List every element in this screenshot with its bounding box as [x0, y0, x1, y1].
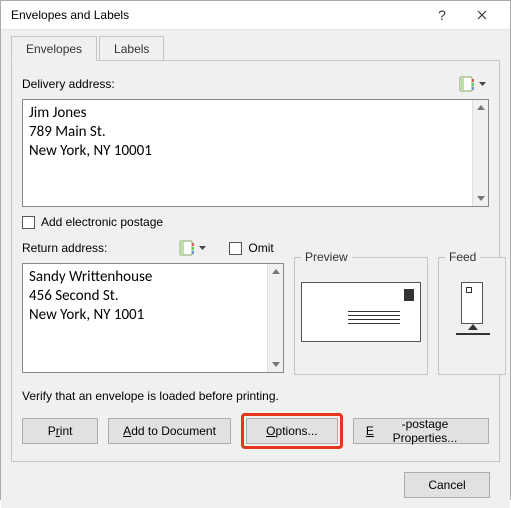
return-address-field-wrap [22, 263, 284, 373]
feed-orientation-icon [461, 282, 483, 324]
electronic-postage-checkbox[interactable]: Add electronic postage [22, 215, 489, 229]
e-postage-properties-button[interactable]: E-postage Properties... [353, 418, 489, 444]
delivery-address-field[interactable] [23, 100, 472, 200]
return-header-row: Return address: Omit [22, 239, 284, 257]
checkbox-icon [229, 242, 242, 255]
delivery-address-label: Delivery address: [22, 77, 115, 91]
help-button[interactable]: ? [422, 1, 462, 29]
delivery-address-field-wrap [22, 99, 489, 207]
tab-strip: Envelopes Labels [11, 36, 500, 61]
address-book-icon [178, 240, 196, 256]
omit-checkbox[interactable]: Omit [248, 241, 273, 255]
return-address-book-button[interactable] [175, 239, 209, 257]
verify-text: Verify that an envelope is loaded before… [22, 389, 489, 403]
preview-label: Preview [301, 250, 352, 264]
delivery-address-book-button[interactable] [455, 75, 489, 93]
address-book-icon [458, 76, 476, 92]
button-row: Print Add to Document Options... E-posta… [22, 413, 489, 449]
add-to-document-button[interactable]: Add to Document [108, 418, 231, 444]
chevron-down-icon [479, 82, 486, 87]
dialog-footer: Cancel [11, 462, 500, 508]
cancel-button[interactable]: Cancel [404, 472, 490, 498]
chevron-down-icon [199, 246, 206, 251]
tab-page-envelopes: Delivery address: Add electronic postage [11, 60, 500, 462]
envelope-preview-icon [301, 282, 421, 342]
close-button[interactable] [462, 1, 502, 29]
titlebar: Envelopes and Labels ? [1, 1, 510, 30]
checkbox-icon [22, 216, 35, 229]
return-address-label: Return address: [22, 241, 107, 255]
tab-labels[interactable]: Labels [99, 36, 164, 61]
feed-group[interactable]: Feed [438, 257, 506, 375]
scrollbar[interactable] [267, 264, 283, 372]
scrollbar[interactable] [472, 100, 488, 206]
preview-group[interactable]: Preview [294, 257, 428, 375]
tab-envelopes[interactable]: Envelopes [11, 36, 97, 61]
delivery-header-row: Delivery address: [22, 75, 489, 93]
print-button[interactable]: Print [22, 418, 98, 444]
window-title: Envelopes and Labels [11, 8, 422, 22]
feed-label: Feed [445, 250, 480, 264]
options-button[interactable]: Options... [246, 418, 338, 444]
options-highlight: Options... [241, 413, 343, 449]
return-address-field[interactable] [23, 264, 267, 366]
close-icon [477, 10, 487, 20]
electronic-postage-label: Add electronic postage [41, 215, 163, 229]
dialog-body: Envelopes Labels Delivery address: Add e… [1, 30, 510, 508]
envelopes-labels-dialog: Envelopes and Labels ? Envelopes Labels … [0, 0, 511, 500]
